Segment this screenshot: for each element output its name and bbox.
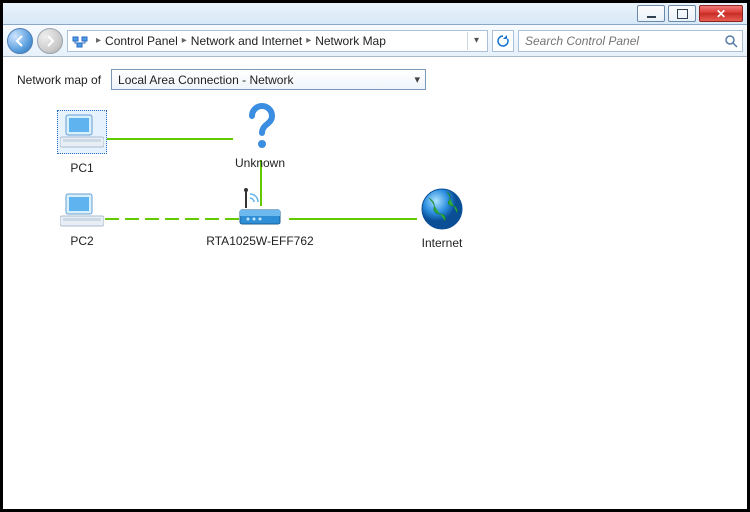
crumb-network-internet[interactable]: Network and Internet	[191, 34, 302, 48]
search-box[interactable]	[518, 30, 743, 52]
arrow-right-icon	[44, 35, 56, 47]
node-pc1[interactable]: PC1	[27, 110, 137, 175]
arrow-left-icon	[14, 35, 26, 47]
computer-icon	[60, 192, 104, 230]
node-label: RTA1025W-EFF762	[205, 234, 315, 248]
chevron-right-icon: ▸	[306, 35, 311, 46]
window-titlebar: ✕	[3, 3, 747, 25]
network-map-icon	[72, 33, 88, 49]
refresh-button[interactable]	[492, 30, 514, 52]
crumb-network-map[interactable]: Network Map	[315, 34, 386, 48]
node-router[interactable]: RTA1025W-EFF762	[205, 188, 315, 248]
network-map-of-label: Network map of	[17, 73, 101, 87]
chevron-right-icon: ▸	[182, 35, 187, 46]
node-label: Unknown	[205, 156, 315, 170]
forward-button[interactable]	[37, 28, 63, 54]
content-area: Network map of Local Area Connection - N…	[3, 57, 747, 362]
node-pc2[interactable]: PC2	[27, 192, 137, 248]
back-button[interactable]	[7, 28, 33, 54]
crumb-control-panel[interactable]: Control Panel	[105, 34, 178, 48]
breadcrumb-dropdown[interactable]: ▾	[467, 32, 485, 50]
navigation-bar: ▸ Control Panel ▸ Network and Internet ▸…	[3, 25, 747, 57]
refresh-icon	[496, 34, 510, 48]
connection-dropdown-value: Local Area Connection - Network	[118, 73, 293, 87]
network-map-selector-row: Network map of Local Area Connection - N…	[17, 69, 733, 90]
search-input[interactable]	[523, 33, 724, 49]
breadcrumb[interactable]: ▸ Control Panel ▸ Network and Internet ▸…	[67, 30, 488, 52]
chevron-right-icon: ▸	[96, 35, 101, 46]
close-button[interactable]: ✕	[699, 5, 743, 22]
connection-dropdown[interactable]: Local Area Connection - Network	[111, 69, 426, 90]
globe-icon	[419, 186, 465, 232]
question-icon	[240, 102, 280, 152]
node-label: Internet	[387, 236, 497, 250]
node-internet[interactable]: Internet	[387, 186, 497, 250]
pc1-selected	[57, 110, 107, 154]
minimize-button[interactable]	[637, 5, 665, 22]
maximize-button[interactable]	[668, 5, 696, 22]
network-diagram: PC1 Unknown PC2	[17, 110, 733, 350]
search-icon	[724, 34, 738, 48]
node-label: PC1	[27, 161, 137, 175]
computer-icon	[60, 113, 104, 151]
node-label: PC2	[27, 234, 137, 248]
router-icon	[238, 188, 282, 230]
node-unknown[interactable]: Unknown	[205, 102, 315, 170]
